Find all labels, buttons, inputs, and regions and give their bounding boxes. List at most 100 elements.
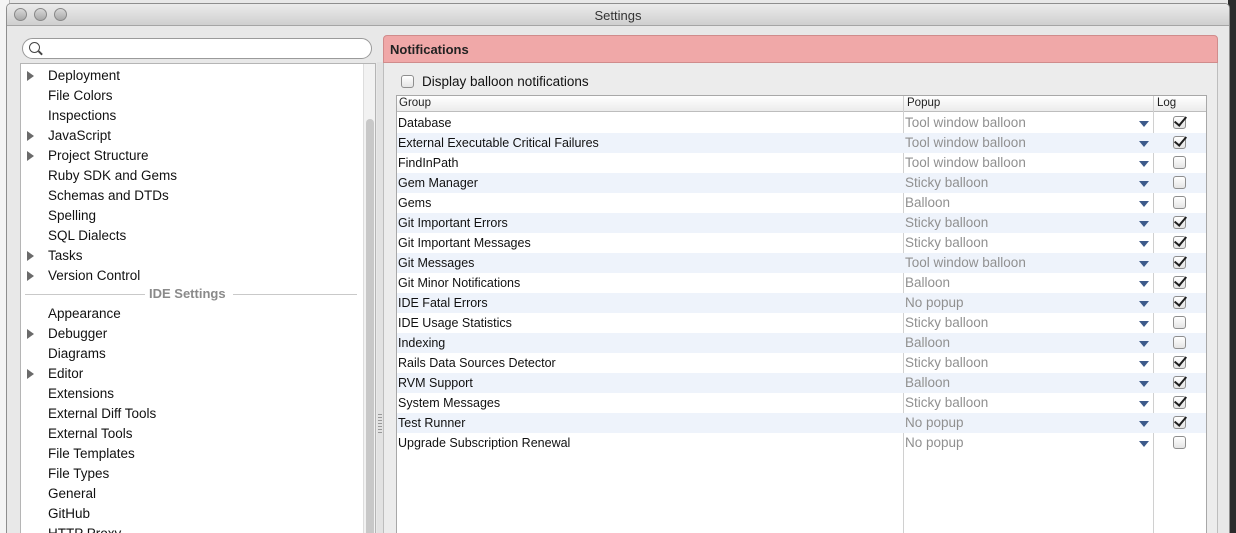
table-row[interactable]: Indexing Balloon (397, 333, 1206, 353)
column-header-log[interactable]: Log (1157, 97, 1176, 109)
log-checkbox[interactable] (1173, 236, 1186, 249)
tree-item[interactable]: Appearance (21, 304, 361, 324)
chevron-down-icon[interactable] (1139, 321, 1149, 327)
chevron-down-icon[interactable] (1139, 221, 1149, 227)
title-bar[interactable]: Settings (7, 4, 1229, 26)
tree-item[interactable]: GitHub (21, 504, 361, 524)
column-header-popup[interactable]: Popup (907, 97, 940, 109)
log-checkbox[interactable] (1173, 336, 1186, 349)
log-checkbox[interactable] (1173, 276, 1186, 289)
chevron-down-icon[interactable] (1139, 421, 1149, 427)
log-checkbox[interactable] (1173, 376, 1186, 389)
tree-item[interactable]: Schemas and DTDs (21, 186, 361, 206)
log-checkbox[interactable] (1173, 316, 1186, 329)
chevron-down-icon[interactable] (1139, 441, 1149, 447)
log-checkbox[interactable] (1173, 416, 1186, 429)
log-checkbox[interactable] (1173, 296, 1186, 309)
popup-select[interactable]: Sticky balloon (905, 173, 988, 193)
popup-select[interactable]: Sticky balloon (905, 313, 988, 333)
table-row[interactable]: Test Runner No popup (397, 413, 1206, 433)
log-checkbox[interactable] (1173, 116, 1186, 129)
display-balloon-checkbox[interactable] (401, 75, 414, 88)
tree-item[interactable]: File Colors (21, 86, 361, 106)
table-row[interactable]: Upgrade Subscription Renewal No popup (397, 433, 1206, 453)
popup-select[interactable]: Balloon (905, 373, 950, 393)
chevron-down-icon[interactable] (1139, 301, 1149, 307)
log-checkbox[interactable] (1173, 136, 1186, 149)
table-row[interactable]: IDE Fatal Errors No popup (397, 293, 1206, 313)
expand-arrow-icon[interactable] (27, 131, 34, 141)
tree-item[interactable]: Extensions (21, 384, 361, 404)
tree-item[interactable]: File Templates (21, 444, 361, 464)
popup-select[interactable]: Sticky balloon (905, 353, 988, 373)
tree-item[interactable]: External Diff Tools (21, 404, 361, 424)
table-row[interactable]: Git Minor Notifications Balloon (397, 273, 1206, 293)
popup-select[interactable]: Tool window balloon (905, 253, 1026, 273)
table-row[interactable]: Database Tool window balloon (397, 113, 1206, 133)
tree-item[interactable]: HTTP Proxy (21, 524, 361, 533)
table-row[interactable]: System Messages Sticky balloon (397, 393, 1206, 413)
table-row[interactable]: Git Important Messages Sticky balloon (397, 233, 1206, 253)
expand-arrow-icon[interactable] (27, 151, 34, 161)
chevron-down-icon[interactable] (1139, 241, 1149, 247)
log-checkbox[interactable] (1173, 216, 1186, 229)
tree-item[interactable]: Project Structure (21, 146, 361, 166)
chevron-down-icon[interactable] (1139, 201, 1149, 207)
tree-item[interactable]: Version Control (21, 266, 361, 286)
tree-item[interactable]: JavaScript (21, 126, 361, 146)
tree-item[interactable]: General (21, 484, 361, 504)
log-checkbox[interactable] (1173, 156, 1186, 169)
chevron-down-icon[interactable] (1139, 281, 1149, 287)
popup-select[interactable]: No popup (905, 293, 964, 313)
splitter-grip[interactable] (378, 414, 382, 434)
expand-arrow-icon[interactable] (27, 71, 34, 81)
popup-select[interactable]: Sticky balloon (905, 213, 988, 233)
popup-select[interactable]: Sticky balloon (905, 393, 988, 413)
tree-item[interactable]: Ruby SDK and Gems (21, 166, 361, 186)
chevron-down-icon[interactable] (1139, 401, 1149, 407)
tree-item[interactable]: External Tools (21, 424, 361, 444)
tree-item[interactable]: File Types (21, 464, 361, 484)
popup-select[interactable]: Sticky balloon (905, 233, 988, 253)
log-checkbox[interactable] (1173, 356, 1186, 369)
chevron-down-icon[interactable] (1139, 121, 1149, 127)
chevron-down-icon[interactable] (1139, 181, 1149, 187)
chevron-down-icon[interactable] (1139, 341, 1149, 347)
log-checkbox[interactable] (1173, 436, 1186, 449)
table-row[interactable]: Git Important Errors Sticky balloon (397, 213, 1206, 233)
tree-scrollbar[interactable] (363, 64, 375, 533)
tree-item[interactable]: Debugger (21, 324, 361, 344)
tree-item[interactable]: Spelling (21, 206, 361, 226)
table-row[interactable]: Git Messages Tool window balloon (397, 253, 1206, 273)
expand-arrow-icon[interactable] (27, 329, 34, 339)
log-checkbox[interactable] (1173, 256, 1186, 269)
chevron-down-icon[interactable] (1139, 261, 1149, 267)
table-row[interactable]: IDE Usage Statistics Sticky balloon (397, 313, 1206, 333)
chevron-down-icon[interactable] (1139, 361, 1149, 367)
table-row[interactable]: RVM Support Balloon (397, 373, 1206, 393)
tree-item[interactable]: SQL Dialects (21, 226, 361, 246)
log-checkbox[interactable] (1173, 176, 1186, 189)
expand-arrow-icon[interactable] (27, 271, 34, 281)
tree-item[interactable]: Inspections (21, 106, 361, 126)
popup-select[interactable]: Tool window balloon (905, 133, 1026, 153)
column-header-group[interactable]: Group (399, 97, 431, 109)
expand-arrow-icon[interactable] (27, 369, 34, 379)
popup-select[interactable]: Tool window balloon (905, 153, 1026, 173)
table-row[interactable]: FindInPath Tool window balloon (397, 153, 1206, 173)
popup-select[interactable]: No popup (905, 413, 964, 433)
tree-scrollbar-thumb[interactable] (366, 119, 374, 533)
popup-select[interactable]: Balloon (905, 333, 950, 353)
table-row[interactable]: External Executable Critical Failures Too… (397, 133, 1206, 153)
popup-select[interactable]: Balloon (905, 273, 950, 293)
popup-select[interactable]: No popup (905, 433, 964, 453)
tree-item[interactable]: Diagrams (21, 344, 361, 364)
tree-item[interactable]: Deployment (21, 66, 361, 86)
log-checkbox[interactable] (1173, 396, 1186, 409)
expand-arrow-icon[interactable] (27, 251, 34, 261)
tree-item[interactable]: Tasks (21, 246, 361, 266)
chevron-down-icon[interactable] (1139, 161, 1149, 167)
popup-select[interactable]: Balloon (905, 193, 950, 213)
table-row[interactable]: Gems Balloon (397, 193, 1206, 213)
tree-item[interactable]: Editor (21, 364, 361, 384)
